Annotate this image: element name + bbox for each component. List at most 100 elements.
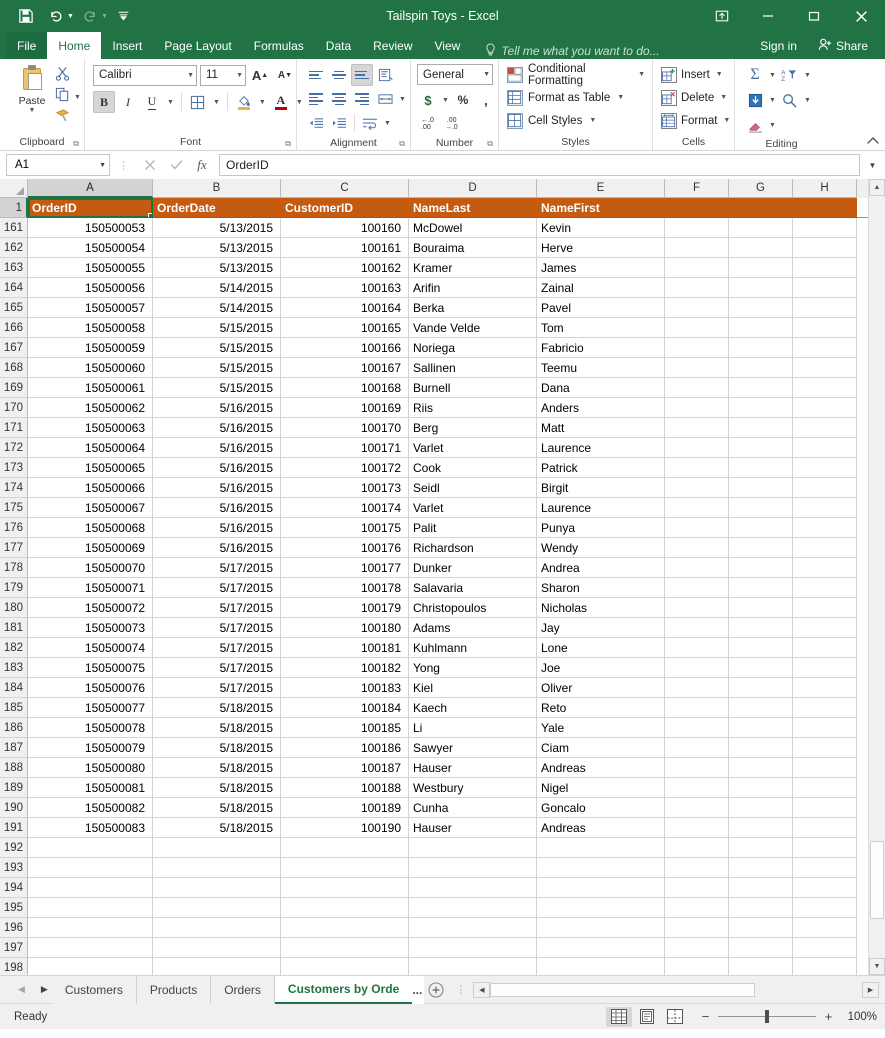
cell-H196[interactable] [793, 918, 857, 938]
cell-C191[interactable]: 100190 [281, 818, 409, 838]
cell-F170[interactable] [665, 398, 729, 418]
insert-cells-dropdown-icon[interactable]: ▼ [714, 71, 725, 78]
row-header-185[interactable]: 185 [0, 698, 28, 718]
cell-H194[interactable] [793, 878, 857, 898]
cell-H183[interactable] [793, 658, 857, 678]
cell-F176[interactable] [665, 518, 729, 538]
cell-G195[interactable] [729, 898, 793, 918]
cell-H163[interactable] [793, 258, 857, 278]
cell-E174[interactable]: Birgit [537, 478, 665, 498]
row-header-163[interactable]: 163 [0, 258, 28, 278]
cell-B172[interactable]: 5/16/2015 [153, 438, 281, 458]
cell-F162[interactable] [665, 238, 729, 258]
cell-D173[interactable]: Cook [409, 458, 537, 478]
cell-G193[interactable] [729, 858, 793, 878]
cell-F169[interactable] [665, 378, 729, 398]
share-button[interactable]: Share [809, 32, 877, 59]
row-header-161[interactable]: 161 [0, 218, 28, 238]
cell-G183[interactable] [729, 658, 793, 678]
row-header-187[interactable]: 187 [0, 738, 28, 758]
cell-H162[interactable] [793, 238, 857, 258]
cell-A164[interactable]: 150500056 [28, 278, 153, 298]
column-header-b[interactable]: B [153, 179, 281, 198]
cell-D181[interactable]: Adams [409, 618, 537, 638]
cell-H195[interactable] [793, 898, 857, 918]
cell-G167[interactable] [729, 338, 793, 358]
row-header-183[interactable]: 183 [0, 658, 28, 678]
cell-B195[interactable] [153, 898, 281, 918]
cell-G187[interactable] [729, 738, 793, 758]
cell-H177[interactable] [793, 538, 857, 558]
cell-D197[interactable] [409, 938, 537, 958]
cell-E170[interactable]: Anders [537, 398, 665, 418]
cell-A194[interactable] [28, 878, 153, 898]
row-header-164[interactable]: 164 [0, 278, 28, 298]
cell-F185[interactable] [665, 698, 729, 718]
cell-D167[interactable]: Noriega [409, 338, 537, 358]
cell-C162[interactable]: 100161 [281, 238, 409, 258]
cell-G181[interactable] [729, 618, 793, 638]
cell-B168[interactable]: 5/15/2015 [153, 358, 281, 378]
cell-A178[interactable]: 150500070 [28, 558, 153, 578]
scroll-up-icon[interactable]: ▲ [869, 179, 885, 196]
cell-E167[interactable]: Fabricio [537, 338, 665, 358]
cell-D174[interactable]: Seidl [409, 478, 537, 498]
column-header-a[interactable]: A [28, 179, 153, 198]
cell-E166[interactable]: Tom [537, 318, 665, 338]
cell-F184[interactable] [665, 678, 729, 698]
row-header-191[interactable]: 191 [0, 818, 28, 838]
cell-E179[interactable]: Sharon [537, 578, 665, 598]
cell-H192[interactable] [793, 838, 857, 858]
cell-D189[interactable]: Westbury [409, 778, 537, 798]
clear-dropdown-icon[interactable]: ▼ [767, 122, 778, 129]
cell-H171[interactable] [793, 418, 857, 438]
cell-D195[interactable] [409, 898, 537, 918]
cell-A190[interactable]: 150500082 [28, 798, 153, 818]
cell-C172[interactable]: 100171 [281, 438, 409, 458]
cell-B181[interactable]: 5/17/2015 [153, 618, 281, 638]
increase-decimal-button[interactable]: ←.0.00 [417, 115, 438, 133]
cell-B186[interactable]: 5/18/2015 [153, 718, 281, 738]
cell-F189[interactable] [665, 778, 729, 798]
fill-color-dropdown-icon[interactable]: ▼ [257, 99, 268, 106]
cell-H170[interactable] [793, 398, 857, 418]
cell-G177[interactable] [729, 538, 793, 558]
cell-B193[interactable] [153, 858, 281, 878]
comma-format-button[interactable]: , [475, 89, 497, 111]
cell-A192[interactable] [28, 838, 153, 858]
cell-C197[interactable] [281, 938, 409, 958]
font-name-dropdown-icon[interactable]: ▼ [183, 72, 194, 79]
cell-B188[interactable]: 5/18/2015 [153, 758, 281, 778]
cell-F168[interactable] [665, 358, 729, 378]
cell-H187[interactable] [793, 738, 857, 758]
conditional-formatting-dropdown-icon[interactable]: ▼ [636, 71, 647, 78]
cell-H178[interactable] [793, 558, 857, 578]
row-header-165[interactable]: 165 [0, 298, 28, 318]
cell-C179[interactable]: 100178 [281, 578, 409, 598]
cell-C195[interactable] [281, 898, 409, 918]
cell-F161[interactable] [665, 218, 729, 238]
cell-A191[interactable]: 150500083 [28, 818, 153, 838]
cell-E192[interactable] [537, 838, 665, 858]
cell-E1[interactable]: NameFirst [537, 198, 665, 218]
cell-B170[interactable]: 5/16/2015 [153, 398, 281, 418]
cell-A168[interactable]: 150500060 [28, 358, 153, 378]
enter-formula-icon[interactable] [163, 154, 189, 176]
row-header-175[interactable]: 175 [0, 498, 28, 518]
cell-F188[interactable] [665, 758, 729, 778]
cell-E184[interactable]: Oliver [537, 678, 665, 698]
cell-F186[interactable] [665, 718, 729, 738]
decrease-font-size-button[interactable]: A▼ [274, 64, 296, 86]
cell-H180[interactable] [793, 598, 857, 618]
cell-E186[interactable]: Yale [537, 718, 665, 738]
cell-D194[interactable] [409, 878, 537, 898]
cell-G190[interactable] [729, 798, 793, 818]
cell-D185[interactable]: Kaech [409, 698, 537, 718]
zoom-slider[interactable] [718, 1016, 816, 1017]
accounting-dropdown-icon[interactable]: ▼ [440, 97, 451, 104]
cell-E171[interactable]: Matt [537, 418, 665, 438]
cell-E196[interactable] [537, 918, 665, 938]
cell-H182[interactable] [793, 638, 857, 658]
cell-E182[interactable]: Lone [537, 638, 665, 658]
row-header-179[interactable]: 179 [0, 578, 28, 598]
